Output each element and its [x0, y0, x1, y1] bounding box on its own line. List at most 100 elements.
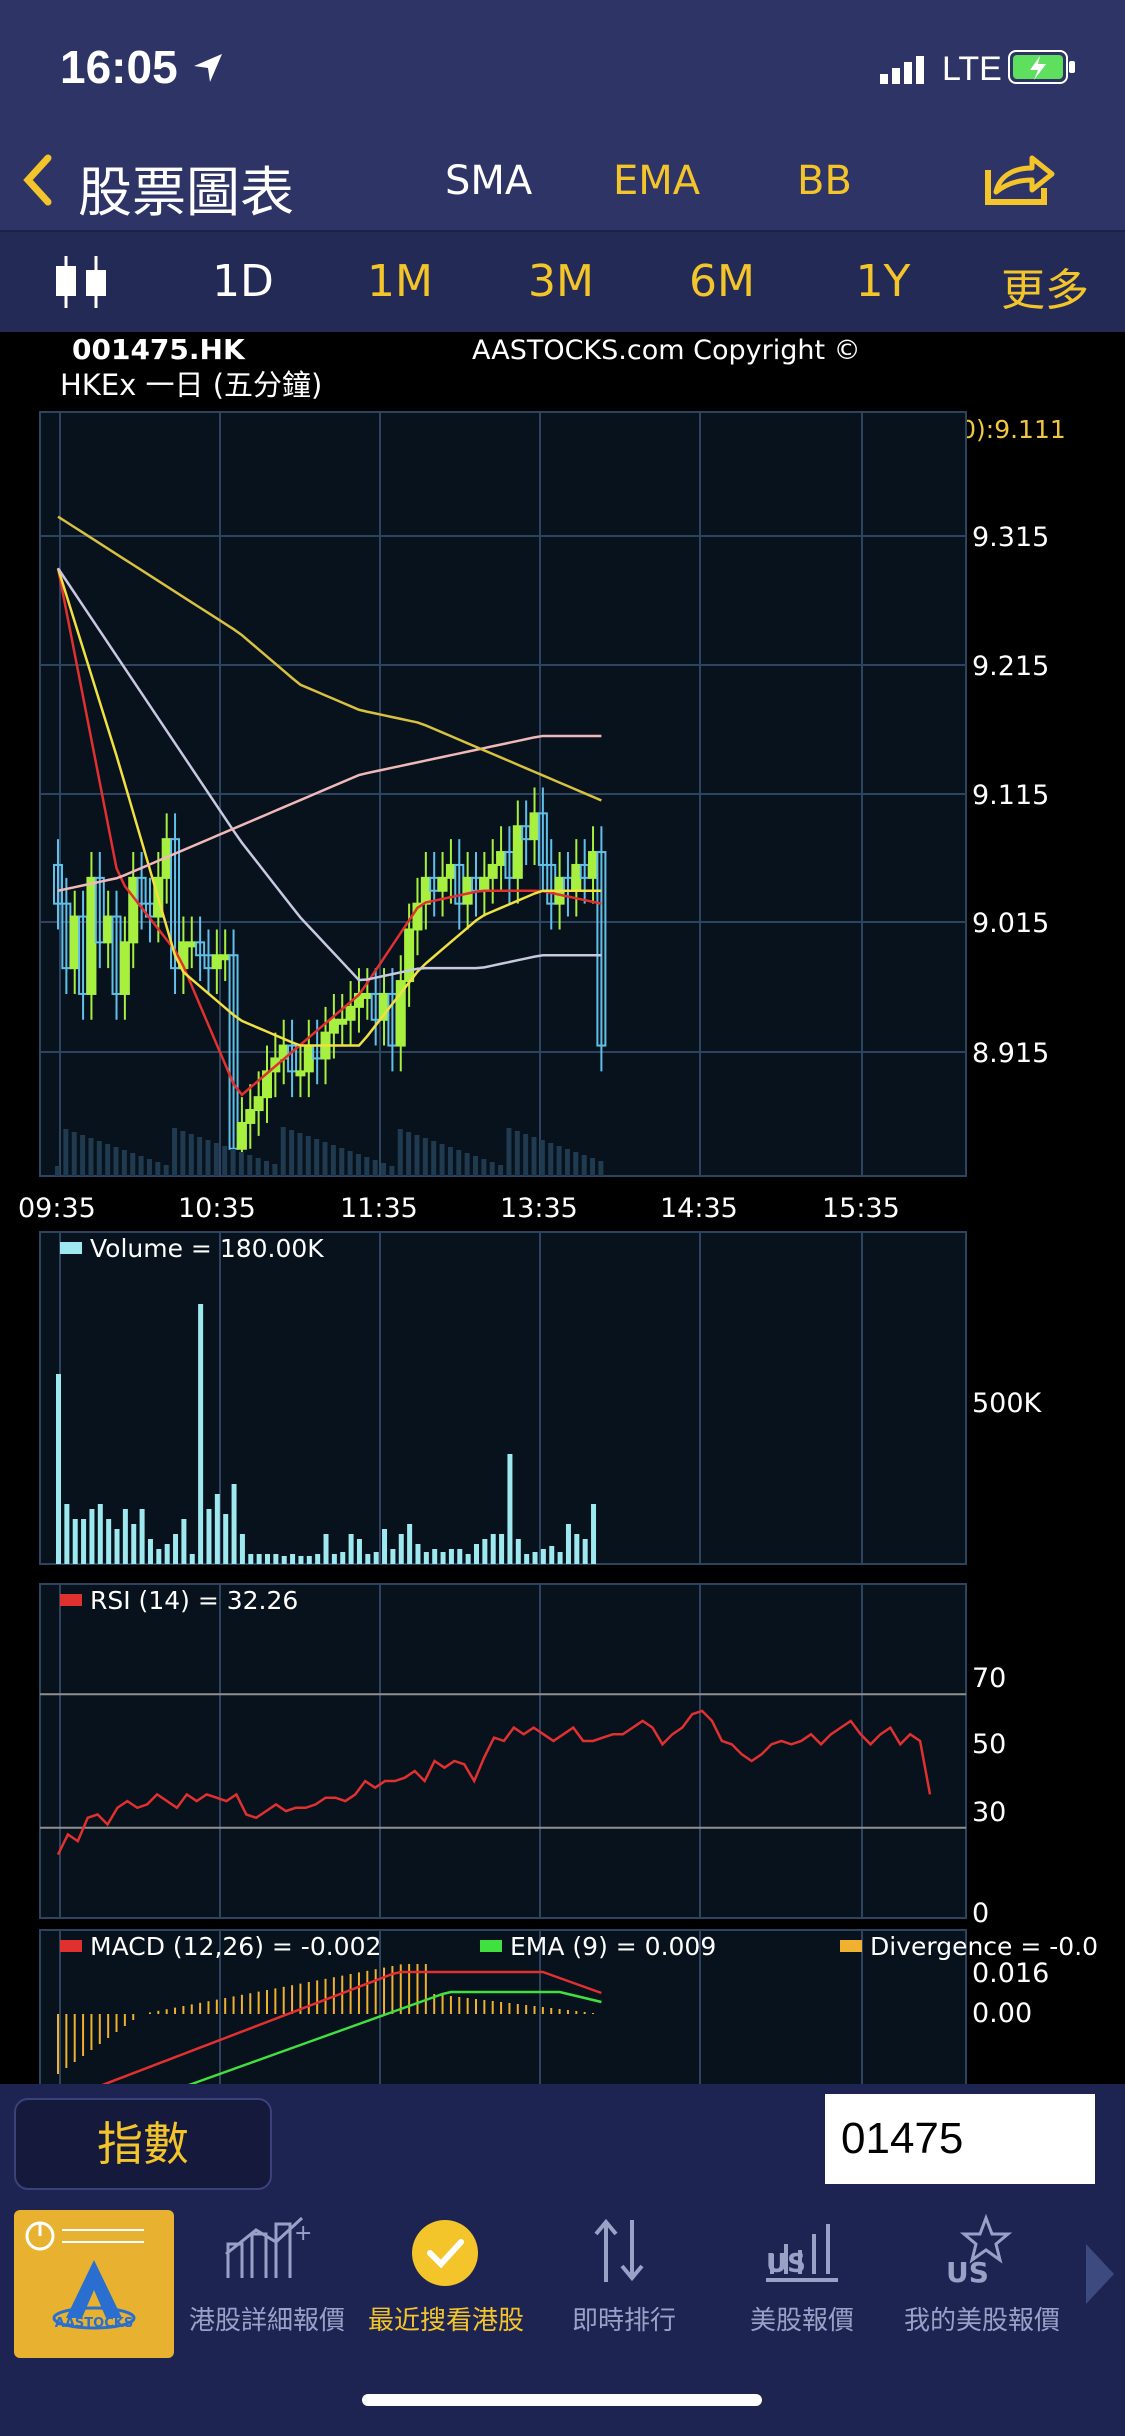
- candle-body: [337, 1018, 348, 1025]
- price-volume-bar: [581, 1155, 587, 1176]
- volume-bar: [348, 1534, 354, 1564]
- tab-ranking[interactable]: 即時排行: [546, 2300, 702, 2337]
- bottom-tab-bar: AASTOCKS + 港股詳細報價 最近搜看港股 即時排行 US 美股報價 US…: [0, 2204, 1125, 2436]
- price-volume-bar: [172, 1128, 178, 1176]
- time-tick-label: 13:35: [500, 1193, 578, 1224]
- candle-body: [529, 812, 540, 841]
- volume-bar: [114, 1529, 120, 1564]
- volume-bar: [340, 1552, 346, 1564]
- rsi-tick-label: 50: [972, 1729, 1006, 1760]
- volume-bar: [499, 1534, 505, 1564]
- volume-panel: [39, 1231, 967, 1565]
- page-title[interactable]: 股票圖表: [78, 148, 294, 227]
- time-tick-label: 10:35: [178, 1193, 256, 1224]
- price-tick-label: 9.315: [972, 522, 1049, 553]
- price-volume-bar: [364, 1157, 370, 1176]
- price-volume-bar: [88, 1138, 94, 1176]
- price-volume-bar: [573, 1152, 579, 1176]
- price-volume-bar: [406, 1132, 412, 1176]
- range-tabs: 1D 1M 3M 6M 1Y 更多: [0, 232, 1125, 332]
- tab-recent-hk[interactable]: 最近搜看港股: [360, 2300, 532, 2337]
- ranking-icon: [592, 2216, 652, 2290]
- volume-bar: [457, 1549, 463, 1564]
- volume-bar: [89, 1509, 95, 1564]
- price-tick-label: 8.915: [972, 1038, 1049, 1069]
- home-logo-button[interactable]: AASTOCKS: [14, 2210, 174, 2358]
- price-tick-label: 9.215: [972, 651, 1049, 682]
- share-icon[interactable]: [982, 150, 1056, 214]
- volume-bar: [540, 1549, 546, 1564]
- price-volume-bar: [564, 1149, 570, 1176]
- tab-us-quote[interactable]: 美股報價: [720, 2300, 884, 2337]
- price-volume-bar: [238, 1152, 244, 1176]
- volume-bar: [147, 1539, 153, 1564]
- price-volume-bar: [506, 1128, 512, 1176]
- price-volume-bar: [146, 1159, 152, 1176]
- price-volume-bar: [71, 1132, 77, 1176]
- price-volume-bar: [264, 1161, 269, 1176]
- volume-bar: [591, 1504, 597, 1564]
- network-label: LTE: [942, 50, 1002, 88]
- candle-body: [119, 941, 130, 995]
- volume-bar: [173, 1534, 179, 1564]
- tab-1d[interactable]: 1D: [198, 256, 288, 307]
- volume-bar: [97, 1504, 103, 1564]
- tab-6m[interactable]: 6M: [677, 256, 767, 307]
- candle-body: [437, 876, 448, 892]
- price-volume-bar: [280, 1127, 286, 1176]
- tab-hk-quote[interactable]: 港股詳細報價: [182, 2300, 352, 2337]
- tab-more[interactable]: 更多: [990, 254, 1100, 318]
- candle-body: [479, 876, 490, 892]
- time-tick-label: 15:35: [822, 1193, 900, 1224]
- price-volume-bar: [598, 1161, 604, 1176]
- bottom-input-bar: 指數: [0, 2084, 1125, 2204]
- price-volume-bar: [498, 1165, 504, 1176]
- price-volume-bar: [556, 1146, 562, 1176]
- macd-legend-swatch: [60, 1940, 82, 1952]
- volume-bar: [281, 1556, 287, 1564]
- time-tick-label: 09:35: [18, 1193, 96, 1224]
- candle-body: [186, 941, 197, 948]
- tab-my-us-quote[interactable]: 我的美股報價: [892, 2300, 1072, 2337]
- ema-button[interactable]: EMA: [613, 158, 700, 204]
- scroll-right-arrow-icon[interactable]: [1080, 2240, 1120, 2314]
- volume-bar: [122, 1509, 128, 1564]
- tab-1m[interactable]: 1M: [355, 256, 445, 307]
- candlestick-icon[interactable]: [52, 254, 112, 314]
- volume-bar: [164, 1544, 170, 1564]
- home-indicator: [362, 2394, 762, 2406]
- rsi-label: RSI (14) = 32.26: [90, 1586, 298, 1615]
- index-button[interactable]: 指數: [14, 2098, 272, 2190]
- volume-bar: [549, 1546, 555, 1564]
- volume-bar: [290, 1554, 296, 1564]
- candle-body: [420, 876, 431, 905]
- rsi-tick-label: 30: [972, 1797, 1006, 1828]
- price-volume-bar: [489, 1162, 495, 1176]
- ema-legend-swatch: [480, 1940, 502, 1952]
- volume-bar: [331, 1554, 337, 1564]
- price-volume-bar: [439, 1144, 445, 1176]
- sma-button[interactable]: SMA: [445, 158, 532, 204]
- price-volume-bar: [431, 1141, 437, 1176]
- volume-bar: [415, 1544, 421, 1564]
- stock-chart: 001475.HK AASTOCKS.com Copyright © HKEx 一日…: [0, 332, 1125, 2084]
- bb-button[interactable]: BB: [797, 158, 852, 204]
- volume-bar: [256, 1554, 262, 1564]
- price-volume-bar: [590, 1158, 596, 1176]
- price-volume-bar: [355, 1154, 361, 1176]
- price-volume-bar: [539, 1140, 545, 1176]
- back-chevron-icon[interactable]: [18, 150, 58, 214]
- candle-body: [303, 1044, 314, 1073]
- candle-body: [571, 863, 582, 892]
- tab-1y[interactable]: 1Y: [838, 256, 928, 307]
- volume-bar: [423, 1552, 429, 1564]
- price-volume-bar: [305, 1136, 311, 1176]
- candle-body: [588, 851, 599, 879]
- volume-bar: [557, 1552, 563, 1564]
- price-volume-bar: [372, 1160, 378, 1176]
- volume-bar: [106, 1519, 112, 1564]
- stock-code-input[interactable]: [825, 2094, 1095, 2184]
- tab-3m[interactable]: 3M: [516, 256, 606, 307]
- signal-icon: [880, 54, 932, 88]
- macd-tick-label: 0.00: [972, 1998, 1032, 2029]
